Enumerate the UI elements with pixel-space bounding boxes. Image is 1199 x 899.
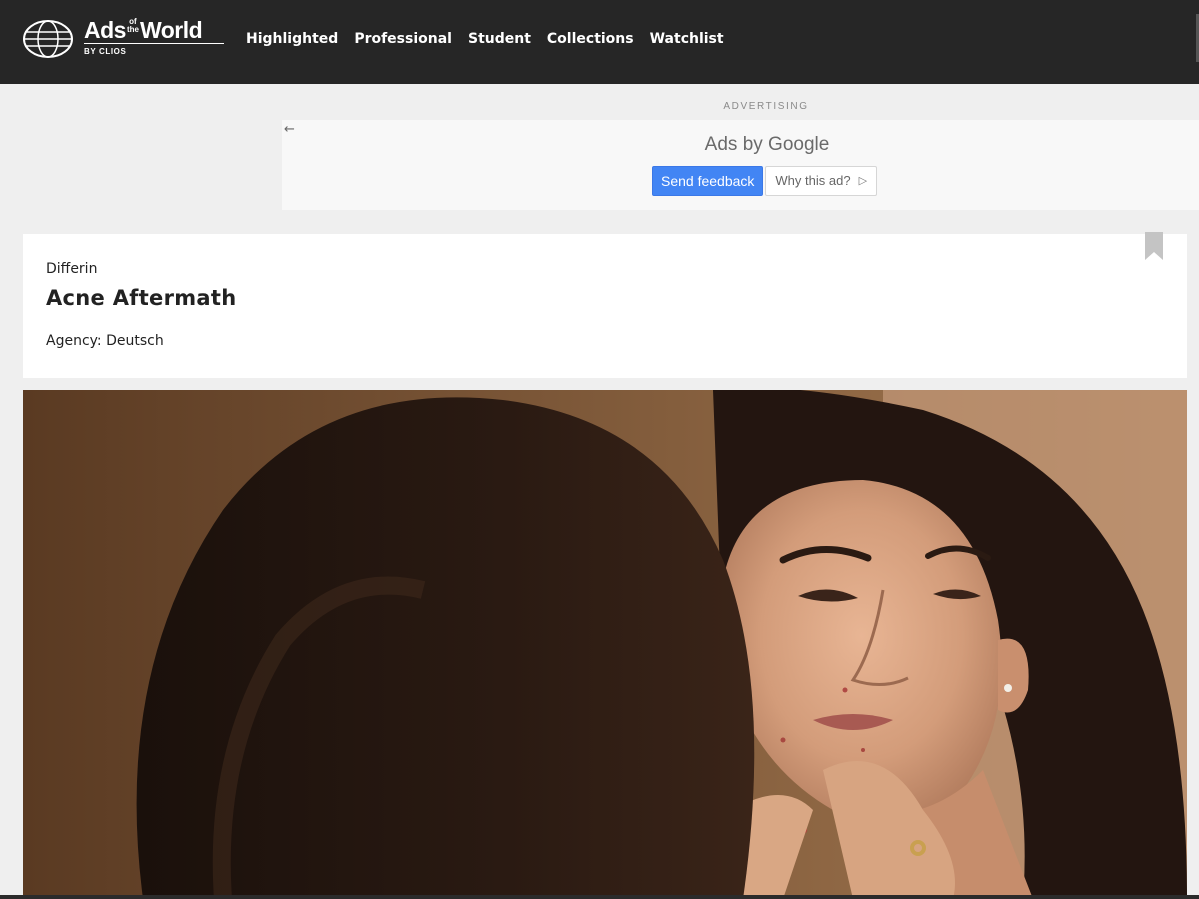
top-navigation-bar: Ads of theWorld BY CLIOS Highlighted Profe…: [0, 0, 1199, 84]
bottom-edge-strip: [0, 895, 1199, 899]
ad-feedback-buttons: Send feedback Why this ad? ▷: [652, 166, 878, 196]
brand-name[interactable]: Differin: [46, 261, 97, 277]
nav-watchlist[interactable]: Watchlist: [650, 29, 724, 49]
adchoices-icon: ▷: [858, 175, 868, 187]
ad-info-card: Differin Acne Aftermath Agency: Deutsch: [23, 232, 1187, 378]
advertising-label: ADVERTISING: [723, 101, 809, 112]
ad-title: Acne Aftermath: [46, 286, 237, 310]
why-this-ad-label: Why this ad?: [775, 173, 851, 188]
logo-wordmark: Ads of theWorld: [84, 17, 203, 43]
nav-collections[interactable]: Collections: [547, 29, 634, 49]
nav-student[interactable]: Student: [468, 29, 531, 49]
bookmark-icon[interactable]: [1145, 232, 1163, 260]
site-logo[interactable]: Ads of theWorld BY CLIOS: [22, 17, 224, 59]
nav-professional[interactable]: Professional: [354, 29, 452, 49]
video-still-illustration: [23, 390, 1187, 899]
ad-media-image[interactable]: [23, 390, 1187, 899]
agency-credit[interactable]: Agency: Deutsch: [46, 333, 164, 349]
send-feedback-button[interactable]: Send feedback: [652, 166, 764, 196]
main-nav: Highlighted Professional Student Collect…: [246, 29, 724, 49]
why-this-ad-button[interactable]: Why this ad? ▷: [765, 166, 878, 196]
globe-icon: [23, 20, 73, 58]
logo-byline: BY CLIOS: [84, 47, 127, 56]
nav-highlighted[interactable]: Highlighted: [246, 29, 338, 49]
logo-divider: [84, 43, 224, 44]
ad-banner: ← Ads by Google Send feedback Why this a…: [282, 120, 1199, 210]
ads-by-google: Ads by Google: [704, 134, 830, 155]
